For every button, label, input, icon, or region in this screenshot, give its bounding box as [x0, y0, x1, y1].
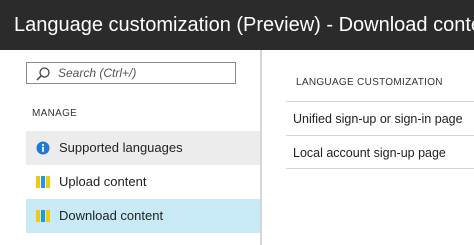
list-item-label: Unified sign-up or sign-in page: [293, 112, 463, 126]
search-placeholder: Search (Ctrl+/): [58, 66, 137, 80]
sidebar-item-label: Supported languages: [59, 140, 183, 155]
document-stack-icon: [36, 210, 50, 222]
list-item-unified-signup-signin[interactable]: Unified sign-up or sign-in page: [286, 101, 474, 135]
search-icon: [36, 67, 50, 81]
content-panel: LANGUAGE CUSTOMIZATION Unified sign-up o…: [262, 50, 474, 245]
search-input[interactable]: Search (Ctrl+/): [26, 62, 236, 84]
sidebar-item-label: Upload content: [59, 174, 147, 189]
sidebar-item-download-content[interactable]: Download content: [26, 199, 260, 233]
language-customization-header: LANGUAGE CUSTOMIZATION: [296, 77, 443, 88]
document-stack-icon: [36, 176, 50, 188]
window-title: Language customization (Preview) - Downl…: [0, 0, 474, 50]
info-icon: [36, 141, 50, 155]
manage-section-label: MANAGE: [32, 108, 78, 119]
sidebar-item-upload-content[interactable]: Upload content: [26, 165, 260, 199]
list-item-local-account-signup[interactable]: Local account sign-up page: [286, 135, 474, 169]
list-item-label: Local account sign-up page: [293, 146, 446, 160]
sidebar-item-supported-languages[interactable]: Supported languages: [26, 131, 260, 165]
sidebar-item-label: Download content: [59, 208, 164, 223]
left-panel: Search (Ctrl+/) MANAGE Supported languag…: [0, 50, 260, 245]
